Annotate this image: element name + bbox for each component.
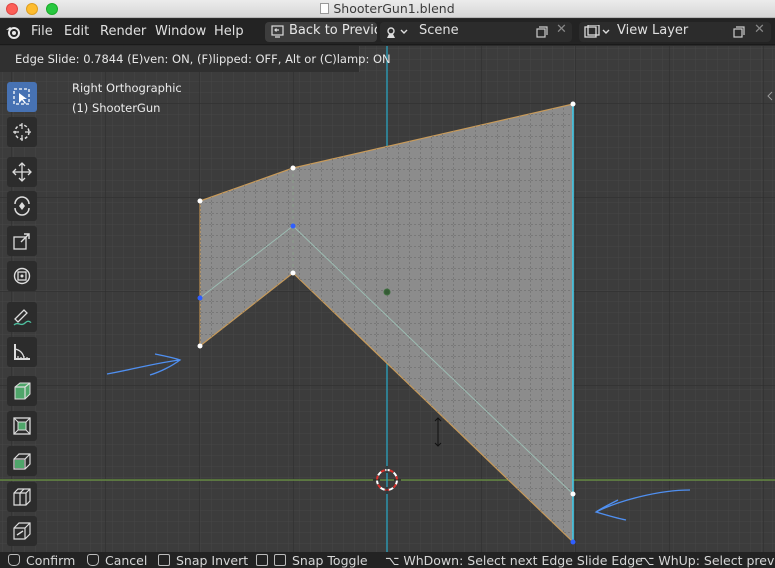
vertex[interactable] — [290, 270, 296, 276]
blender-topbar: File Edit Render Window Help Back to Pre… — [0, 19, 775, 45]
annotate-icon — [13, 309, 32, 326]
back-to-previous-label: Back to Previou — [289, 23, 377, 38]
window-title-bar: ShooterGun1.blend — [0, 0, 775, 18]
rotate-icon — [14, 196, 30, 216]
status-bar: Confirm Cancel Snap Invert Snap Toggle ⌥… — [0, 552, 775, 568]
mouse-left-icon — [8, 554, 20, 566]
blender-logo-icon[interactable] — [5, 24, 21, 40]
tool-transform[interactable] — [7, 261, 37, 291]
status-cancel: Cancel — [87, 553, 147, 568]
copy-scene-icon[interactable] — [536, 26, 548, 38]
tool-knife[interactable] — [7, 516, 37, 546]
slide-vertex[interactable] — [570, 539, 576, 545]
snap-icon — [274, 554, 286, 566]
viewport-canvas[interactable] — [0, 46, 775, 552]
menu-help[interactable]: Help — [214, 24, 244, 39]
inset-icon — [13, 453, 31, 470]
menu-edit[interactable]: Edit — [64, 24, 89, 39]
vertex[interactable] — [197, 343, 203, 349]
menu-render[interactable]: Render — [100, 24, 146, 39]
slide-vertex[interactable] — [290, 223, 296, 229]
tool-add-cube[interactable] — [7, 376, 37, 406]
scene-selector[interactable]: Scene ✕ — [380, 22, 572, 42]
confirm-label: Confirm — [26, 553, 76, 568]
status-select-next: ⌥ WhDown: Select next Edge Slide Edge — [385, 553, 643, 568]
measure-icon — [14, 344, 30, 360]
loop-cut-icon — [13, 488, 31, 506]
window-title: ShooterGun1.blend — [0, 1, 775, 16]
shift-icon — [256, 554, 268, 566]
move-icon — [12, 162, 32, 182]
object-name-label: (1) ShooterGun — [72, 101, 161, 115]
tool-inset[interactable] — [7, 446, 37, 476]
status-select-previous: ⌥ WhUp: Select previou — [640, 553, 775, 568]
tool-annotate[interactable] — [7, 302, 37, 332]
menu-window[interactable]: Window — [155, 24, 206, 39]
add-cube-icon — [14, 382, 31, 400]
3d-viewport[interactable]: Right Orthographic (1) ShooterGun — [0, 46, 775, 552]
scale-icon — [13, 233, 30, 250]
menu-file[interactable]: File — [31, 24, 53, 39]
vertex[interactable] — [570, 101, 576, 107]
copy-view-layer-icon[interactable] — [733, 26, 745, 38]
vertex[interactable] — [290, 165, 296, 171]
back-to-previous-button[interactable]: Back to Previou — [265, 22, 377, 42]
view-layer-icon — [584, 25, 610, 38]
cursor-icon — [13, 123, 31, 141]
remove-view-layer-icon[interactable]: ✕ — [754, 22, 765, 37]
edge-slide-status: Edge Slide: 0.7844 (E)ven: ON, (F)lipped… — [15, 52, 391, 66]
select-box-icon — [13, 88, 30, 105]
remove-scene-icon[interactable]: ✕ — [556, 22, 567, 37]
tool-scale[interactable] — [7, 226, 37, 256]
document-icon — [320, 3, 330, 14]
view-layer-selector[interactable]: View Layer ✕ — [579, 22, 771, 42]
tool-extrude[interactable] — [7, 411, 37, 441]
slide-vertex[interactable] — [197, 295, 203, 301]
cancel-label: Cancel — [105, 553, 148, 568]
transform-icon — [13, 267, 31, 285]
vertex[interactable] — [570, 491, 576, 497]
status-snap-invert: Snap Invert — [158, 553, 248, 568]
tool-measure[interactable] — [7, 337, 37, 367]
scene-icon — [387, 27, 408, 38]
back-screen-icon — [271, 25, 284, 38]
extrude-icon — [13, 417, 31, 435]
view-layer-name: View Layer — [617, 23, 689, 38]
vertex[interactable] — [197, 198, 203, 204]
tool-loop-cut[interactable] — [7, 482, 37, 512]
status-confirm: Confirm — [8, 553, 75, 568]
status-snap-toggle: Snap Toggle — [256, 553, 368, 568]
tool-select-box[interactable] — [7, 82, 37, 112]
knife-icon — [13, 522, 31, 540]
tool-rotate[interactable] — [7, 191, 37, 221]
mouse-right-icon — [87, 554, 99, 566]
tool-move[interactable] — [7, 157, 37, 187]
object-origin — [383, 288, 391, 296]
snap-invert-label: Snap Invert — [176, 553, 249, 568]
snap-toggle-label: Snap Toggle — [292, 553, 368, 568]
ctrl-icon — [158, 554, 170, 566]
scene-name: Scene — [419, 23, 459, 38]
window-title-text: ShooterGun1.blend — [333, 1, 455, 16]
operator-header: Edge Slide: 0.7844 (E)ven: ON, (F)lipped… — [0, 46, 391, 72]
view-name-label: Right Orthographic — [72, 81, 182, 95]
tool-cursor[interactable] — [7, 117, 37, 147]
